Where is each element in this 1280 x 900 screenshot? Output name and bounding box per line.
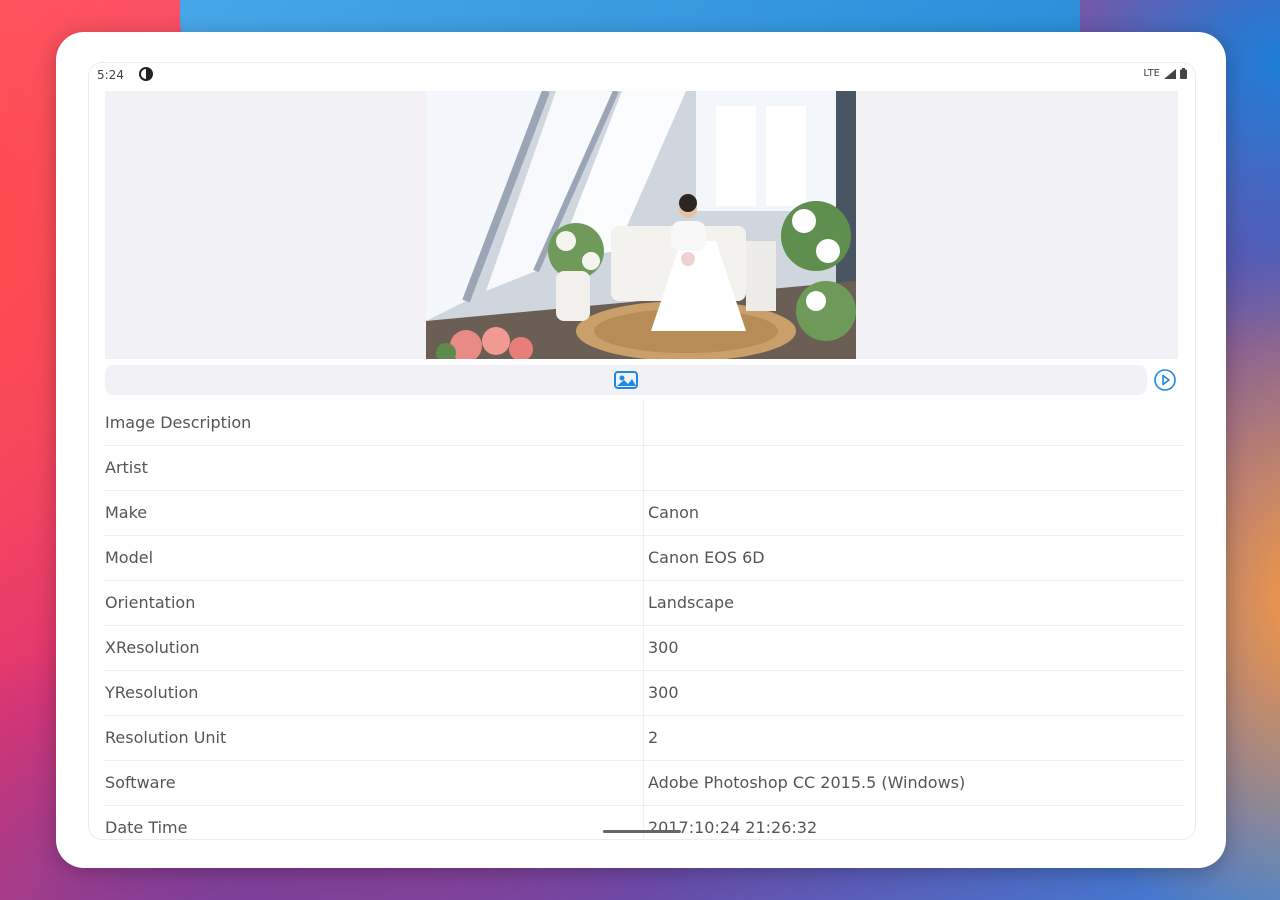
exif-value: Landscape [648, 593, 734, 612]
table-row: YResolution 300 [105, 671, 1183, 716]
exif-key: Make [105, 491, 644, 535]
table-row: Image Description [105, 401, 1183, 446]
play-circle-icon[interactable] [1153, 368, 1177, 392]
table-row: Orientation Landscape [105, 581, 1183, 626]
table-row: XResolution 300 [105, 626, 1183, 671]
table-row: Resolution Unit 2 [105, 716, 1183, 761]
battery-icon [1180, 68, 1187, 79]
tablet-frame: 5:24 LTE Image Description Artist Make C… [56, 32, 1226, 868]
home-indicator[interactable] [603, 830, 681, 833]
exif-key: Artist [105, 446, 644, 490]
exif-value: Canon [648, 503, 700, 522]
exif-value: 300 [648, 638, 679, 657]
exif-key: Image Description [105, 401, 644, 445]
exif-value: Canon EOS 6D [648, 548, 765, 567]
exif-value: 2017:10:24 21:26:32 [648, 818, 818, 837]
status-time: 5:24 [97, 68, 124, 82]
exif-table: Image Description Artist Make Canon Mode… [105, 401, 1183, 839]
app-screen: 5:24 LTE Image Description Artist Make C… [88, 62, 1196, 840]
circle-half-icon [139, 67, 153, 81]
exif-key: Orientation [105, 581, 644, 625]
exif-key: Date Time [105, 806, 644, 839]
exif-value: 2 [648, 728, 659, 747]
exif-key: YResolution [105, 671, 644, 715]
exif-key: Model [105, 536, 644, 580]
table-row: Model Canon EOS 6D [105, 536, 1183, 581]
image-info-icon[interactable] [613, 370, 639, 390]
image-toolbar [105, 365, 1147, 395]
exif-key: Resolution Unit [105, 716, 644, 760]
table-row: Artist [105, 446, 1183, 491]
exif-key: Software [105, 761, 644, 805]
signal-icon [1164, 68, 1176, 79]
photo-illustration [426, 91, 856, 359]
table-row: Date Time 2017:10:24 21:26:32 [105, 806, 1183, 839]
table-row: Software Adobe Photoshop CC 2015.5 (Wind… [105, 761, 1183, 806]
exif-key: XResolution [105, 626, 644, 670]
network-type: LTE [1143, 68, 1160, 79]
status-indicators: LTE [1143, 68, 1187, 79]
image-preview-area [105, 91, 1178, 359]
photo-preview[interactable] [426, 91, 856, 359]
exif-value: Adobe Photoshop CC 2015.5 (Windows) [648, 773, 966, 792]
table-row: Make Canon [105, 491, 1183, 536]
exif-value: 300 [648, 683, 679, 702]
status-bar: 5:24 LTE [89, 63, 1195, 89]
